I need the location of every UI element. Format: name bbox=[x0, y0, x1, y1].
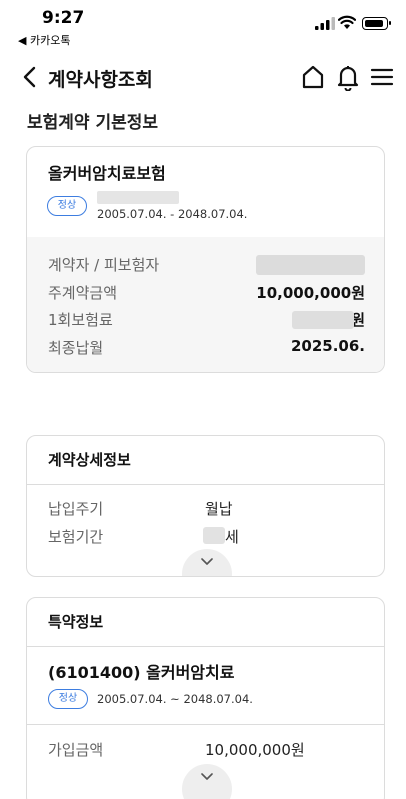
chevron-down-icon bbox=[201, 558, 213, 565]
main-contract-amount: 10,000,000원 bbox=[256, 284, 365, 302]
battery-icon bbox=[362, 17, 391, 30]
redacted-age bbox=[203, 527, 225, 544]
insurance-period-value: 세 bbox=[225, 528, 239, 546]
expand-button[interactable] bbox=[182, 549, 232, 576]
contract-period: 2005.07.04. - 2048.07.04. bbox=[97, 207, 248, 221]
redacted-policy-number bbox=[97, 191, 179, 204]
section-title: 보험계약 기본정보 bbox=[27, 113, 159, 133]
cellular-signal-icon bbox=[315, 17, 335, 30]
clock: 9:27 bbox=[42, 8, 85, 28]
contract-detail-card: 계약상세정보 납입주기 월납 보험기간 세 bbox=[26, 435, 385, 577]
rider-info-card: 특약정보 (6101400) 올커버암치료 정상 2005.07.04. ~ 2… bbox=[26, 597, 385, 799]
row-label: 계약자 / 피보험자 bbox=[48, 256, 160, 274]
app-header: 계약사항조회 bbox=[0, 55, 406, 99]
rider-period: 2005.07.04. ~ 2048.07.04. bbox=[97, 692, 253, 706]
product-name: 올커버암치료보험 bbox=[48, 164, 166, 183]
coverage-amount-value: 10,000,000원 bbox=[205, 741, 305, 759]
chevron-down-icon bbox=[201, 773, 213, 780]
row-label: 납입주기 bbox=[48, 500, 104, 518]
row-label: 주계약금액 bbox=[48, 284, 118, 302]
row-label: 가입금액 bbox=[48, 741, 104, 759]
card-title: 계약상세정보 bbox=[48, 451, 131, 469]
divider bbox=[27, 646, 384, 647]
status-badge: 정상 bbox=[48, 689, 88, 709]
divider bbox=[27, 724, 384, 725]
wifi-icon bbox=[338, 15, 356, 29]
row-label: 보험기간 bbox=[48, 528, 104, 546]
page-title: 계약사항조회 bbox=[48, 69, 153, 91]
home-icon[interactable] bbox=[300, 64, 326, 90]
rider-name: (6101400) 올커버암치료 bbox=[48, 663, 235, 682]
back-arrow-icon[interactable] bbox=[20, 63, 42, 91]
last-payment-month: 2025.06. bbox=[290, 337, 365, 355]
expand-button[interactable] bbox=[182, 764, 232, 799]
divider bbox=[27, 484, 384, 485]
hamburger-menu-icon[interactable] bbox=[370, 66, 394, 88]
row-label: 최종납월 bbox=[48, 339, 104, 357]
redacted-premium bbox=[292, 311, 354, 329]
back-to-app-link[interactable]: ◀ 카카오톡 bbox=[18, 32, 70, 48]
card-title: 특약정보 bbox=[48, 613, 104, 631]
contract-summary-card: 올커버암치료보험 정상 2005.07.04. - 2048.07.04. 계약… bbox=[26, 146, 385, 373]
redacted-contractor-name bbox=[256, 255, 365, 275]
status-bar: 9:27 ◀ 카카오톡 bbox=[0, 0, 406, 50]
payment-cycle-value: 월납 bbox=[205, 500, 233, 518]
bell-icon[interactable] bbox=[335, 63, 361, 91]
status-badge: 정상 bbox=[47, 196, 87, 216]
row-label: 1회보험료 bbox=[48, 311, 113, 329]
